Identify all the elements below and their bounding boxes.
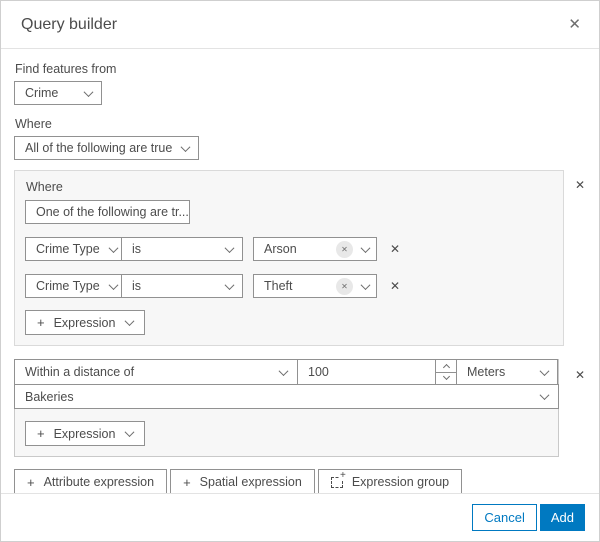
layer-target-select[interactable]: Bakeries [14,384,559,409]
add-attribute-expression-button[interactable]: + Attribute expression [14,469,168,495]
clear-value-icon[interactable]: ✕ [336,277,353,295]
find-features-label: Find features from [15,62,117,76]
field-select[interactable]: Crime Type [25,237,122,261]
stepper-down-button[interactable] [436,371,456,385]
unit-select[interactable]: Meters [456,359,558,385]
chevron-down-icon [224,242,235,253]
value-select-value: Theft [264,279,293,293]
operator-select[interactable]: is [121,237,243,261]
plus-icon: + [37,315,45,330]
add-expression-label: Expression [53,315,116,330]
logic-select[interactable]: All of the following are true [14,136,199,160]
close-icon[interactable]: ✕ [566,15,583,34]
spatial-operator-select[interactable]: Within a distance of [14,359,298,385]
chevron-down-icon [124,427,135,438]
query-builder-dialog: Query builder ✕ Find features from Crime… [0,0,600,542]
dialog-content: Find features from Crime Where All of th… [1,49,599,495]
dialog-footer: Cancel Add [1,493,599,541]
add-spatial-expression-button[interactable]: + Spatial expression [170,469,315,495]
spatial-operator-value: Within a distance of [25,365,135,379]
expression-actions: + Attribute expression + Spatial express… [14,469,587,495]
expression-row: Crime Type is Theft ✕ ✕ [25,274,553,298]
chevron-down-icon [224,279,235,290]
layer-select[interactable]: Crime [14,81,102,105]
chevron-up-icon [442,363,450,371]
expression-group-2-row: Within a distance of Meters [14,359,587,457]
remove-group-icon[interactable]: ✕ [573,368,587,382]
value-select[interactable]: Theft ✕ [253,274,377,298]
plus-icon: + [27,474,35,490]
distance-input[interactable] [298,361,398,383]
chevron-down-icon [180,141,191,152]
chevron-down-icon [360,242,371,253]
plus-icon: + [183,474,191,490]
dialog-title: Query builder [21,15,118,33]
cancel-button[interactable]: Cancel [472,504,537,531]
chevron-down-icon [442,373,450,381]
expression-group-icon: + [330,470,347,488]
spatial-expression-row: Within a distance of Meters [14,359,559,385]
group2-footer: + Expression [15,409,558,456]
add-expression-label: Expression [53,426,116,441]
expression-row: Crime Type is Arson ✕ ✕ [25,237,553,261]
expression-group-2: Within a distance of Meters [14,359,559,457]
add-expression-button[interactable]: + Expression [25,421,146,446]
distance-input-cell [297,359,457,385]
expression-group-label: Expression group [351,475,450,489]
add-button[interactable]: Add [539,504,585,531]
value-select[interactable]: Arson ✕ [253,237,377,261]
attribute-expression-label: Attribute expression [43,475,155,489]
plus-icon: + [37,426,45,441]
layer-target-value: Bakeries [25,389,74,404]
chevron-down-icon [278,365,289,376]
chevron-down-icon [539,390,550,401]
chevron-down-icon [360,279,371,290]
value-select-value: Arson [264,242,297,256]
dialog-header: Query builder ✕ [1,1,599,49]
remove-group-icon[interactable]: ✕ [573,178,587,192]
add-expression-group-button[interactable]: + Expression group [317,469,463,495]
field-select-value: Crime Type [36,242,100,256]
layer-select-value: Crime [25,86,59,100]
add-expression-button[interactable]: + Expression [25,310,146,335]
distance-stepper [435,360,456,384]
chevron-down-icon [83,86,94,97]
stepper-up-button[interactable] [436,360,456,372]
remove-expression-icon[interactable]: ✕ [390,279,400,293]
operator-select[interactable]: is [121,274,243,298]
expression-group-1-row: Where One of the following are tr... Cri… [14,170,587,346]
expression-group-1: Where One of the following are tr... Cri… [14,170,564,346]
group1-logic-value: One of the following are tr... [36,205,189,219]
spatial-expression-label: Spatial expression [199,475,302,489]
field-select[interactable]: Crime Type [25,274,122,298]
operator-select-value: is [132,279,142,293]
group1-logic-select[interactable]: One of the following are tr... [25,200,190,224]
chevron-down-icon [108,279,119,290]
remove-expression-icon[interactable]: ✕ [390,242,400,256]
chevron-down-icon [124,316,135,327]
where-label: Where [15,117,52,131]
logic-select-value: All of the following are true [25,141,173,155]
unit-select-value: Meters [467,365,506,379]
chevron-down-icon [539,365,550,376]
field-select-value: Crime Type [36,279,100,293]
clear-value-icon[interactable]: ✕ [336,240,353,258]
chevron-down-icon [108,242,119,253]
group1-where-label: Where [26,180,63,194]
operator-select-value: is [132,242,142,256]
